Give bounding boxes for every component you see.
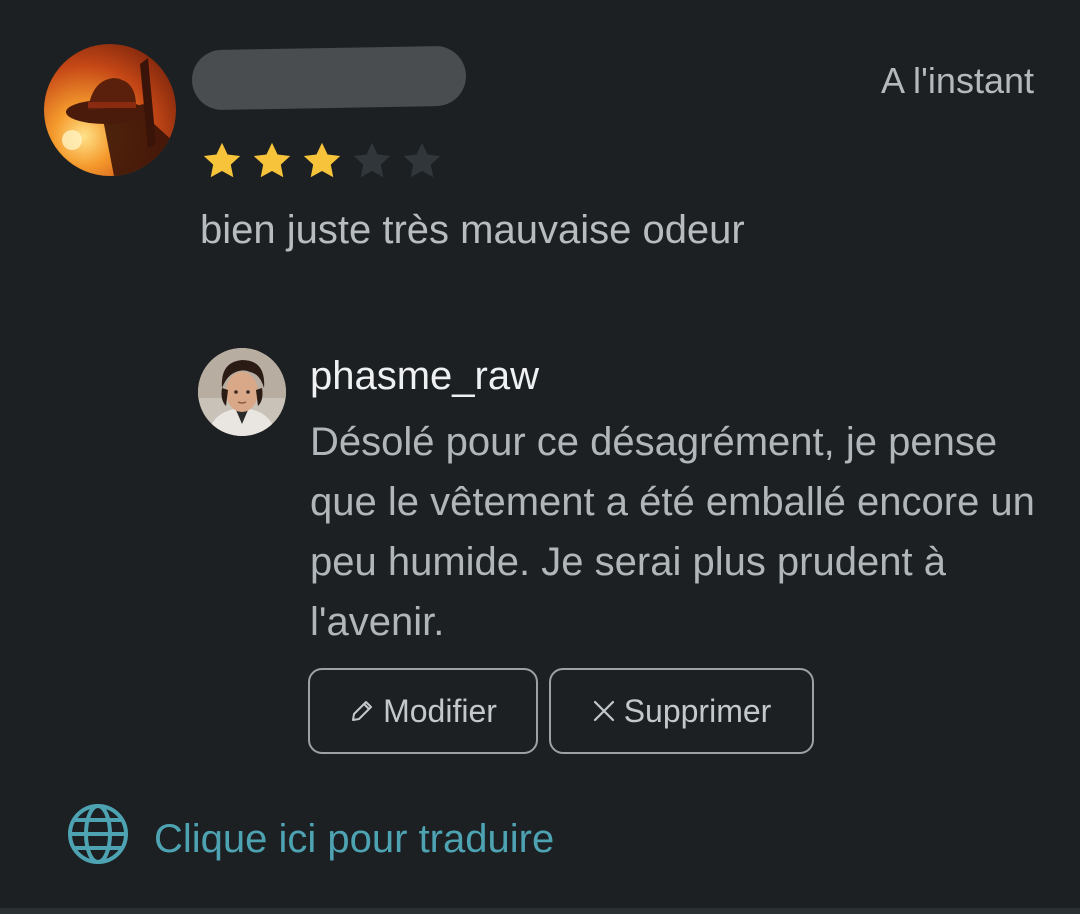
seller-avatar[interactable] <box>198 348 286 436</box>
close-icon <box>592 699 616 723</box>
translate-label: Clique ici pour traduire <box>154 816 555 861</box>
delete-button-label: Supprimer <box>623 692 772 729</box>
globe-icon <box>66 802 130 876</box>
star-empty-icon <box>353 142 391 178</box>
review-card: A l'instant bien juste très mauvaise ode… <box>0 0 1080 914</box>
reply-text: Désolé pour ce désagrément, je pense que… <box>310 420 1035 644</box>
star-filled-icon <box>303 142 341 178</box>
edit-button[interactable]: Modifier <box>308 668 538 754</box>
star-empty-icon <box>403 142 441 178</box>
reviewer-avatar[interactable] <box>44 44 176 176</box>
star-filled-icon <box>253 142 291 178</box>
edit-button-label: Modifier <box>383 692 497 729</box>
review-text: bien juste très mauvaise odeur <box>200 208 745 252</box>
star-filled-icon <box>203 142 241 178</box>
pencil-icon <box>349 698 375 724</box>
reply-author[interactable]: phasme_raw <box>310 354 539 399</box>
divider <box>0 908 1080 914</box>
star-rating <box>198 138 446 184</box>
delete-button[interactable]: Supprimer <box>549 668 814 754</box>
review-timestamp: A l'instant <box>881 60 1034 101</box>
translate-link[interactable]: Clique ici pour traduire <box>66 802 554 876</box>
redacted-username <box>191 45 467 111</box>
